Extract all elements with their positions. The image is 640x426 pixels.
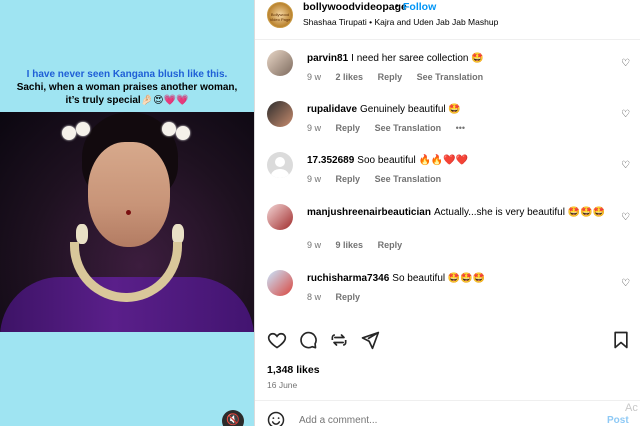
comment-body: 17.352689 Soo beautiful 🔥🔥❤️❤️	[307, 154, 609, 168]
heart-icon[interactable]: ♡	[621, 212, 631, 223]
caption-line-1: I have never seen Kangana blush like thi…	[26, 69, 228, 80]
default-avatar-icon	[271, 157, 289, 178]
comment-likes[interactable]: 2 likes	[336, 72, 364, 82]
heart-icon[interactable]: ♡	[621, 160, 631, 171]
reply-button[interactable]: Reply	[378, 240, 403, 250]
post-header: Bollywood Video Page bollywoodvideopage …	[255, 0, 640, 40]
heart-icon[interactable]	[267, 330, 287, 350]
comment-time: 9 w	[307, 174, 322, 184]
bookmark-icon[interactable]	[611, 330, 631, 350]
comment-text: I need her saree collection 🤩	[351, 53, 484, 64]
heart-icon[interactable]: ♡	[621, 58, 631, 69]
caption-line-2: Sachi, when a woman praises another woma…	[16, 82, 238, 106]
reply-button[interactable]: Reply	[336, 292, 361, 302]
reply-button[interactable]: Reply	[336, 123, 361, 133]
face-shape	[88, 142, 170, 247]
reply-button[interactable]: Reply	[378, 72, 403, 82]
earring-right	[172, 224, 184, 244]
heart-icon[interactable]: ♡	[621, 278, 631, 289]
repost-icon[interactable]	[329, 330, 349, 350]
earring-left	[76, 224, 88, 244]
comment-username[interactable]: 17.352689	[307, 155, 354, 166]
avatar[interactable]	[267, 270, 293, 296]
comment-text: Genuinely beautiful 🤩	[360, 104, 461, 115]
comment-time: 9 w	[307, 72, 322, 82]
post-actions	[255, 330, 640, 356]
comment-meta: 9 w 9 likes Reply	[307, 240, 414, 250]
bindi	[126, 210, 131, 215]
comment-meta: 8 w Reply	[307, 292, 372, 302]
see-translation-button[interactable]: See Translation	[375, 123, 442, 133]
video-frame[interactable]	[0, 112, 254, 332]
header-separator: •	[395, 1, 399, 12]
comment-body: manjushreenairbeautician Actually...she i…	[307, 206, 609, 220]
avatar[interactable]: Bollywood Video Page	[267, 2, 293, 28]
post-button[interactable]: Post	[607, 415, 629, 426]
comment-body: parvin81 I need her saree collection 🤩	[307, 52, 609, 66]
comment-time: 9 w	[307, 240, 322, 250]
comment-body: rupalidave Genuinely beautiful 🤩	[307, 103, 609, 117]
see-translation-button[interactable]: See Translation	[417, 72, 484, 82]
video-caption: I have never seen Kangana blush like thi…	[10, 68, 244, 107]
activation-watermark: Ac	[625, 402, 638, 414]
post-media[interactable]: I have never seen Kangana blush like thi…	[0, 0, 254, 426]
comment-meta: 9 w Reply See Translation •••	[307, 123, 477, 133]
smiley-icon[interactable]	[267, 411, 285, 426]
follow-button[interactable]: Follow	[403, 1, 436, 13]
like-count[interactable]: 1,348 likes	[267, 364, 320, 376]
comment-username[interactable]: parvin81	[307, 53, 348, 64]
comment-time: 9 w	[307, 123, 322, 133]
comment-input[interactable]	[299, 415, 559, 426]
post-date: 16 June	[267, 380, 298, 390]
comment-bubble-icon[interactable]	[298, 330, 318, 350]
comment-text: Actually...she is very beautiful 🤩🤩🤩	[433, 207, 606, 218]
avatar[interactable]	[267, 50, 293, 76]
comment-username[interactable]: rupalidave	[307, 104, 357, 115]
avatar[interactable]	[267, 152, 293, 178]
comment-username[interactable]: manjushreenairbeautician	[307, 207, 431, 218]
comment-username[interactable]: ruchisharma7346	[307, 273, 389, 284]
comment-likes[interactable]: 9 likes	[336, 240, 364, 250]
send-paper-plane-icon[interactable]	[360, 330, 380, 350]
comment-body: ruchisharma7346 So beautiful 🤩🤩🤩	[307, 272, 609, 286]
comment-text: So beautiful 🤩🤩🤩	[392, 273, 486, 284]
speaker-muted-icon[interactable]: 🔇	[222, 410, 244, 426]
avatar[interactable]	[267, 101, 293, 127]
comment-time: 8 w	[307, 292, 322, 302]
see-translation-button[interactable]: See Translation	[375, 174, 442, 184]
hair-flowers	[62, 120, 192, 140]
comment-meta: 9 w 2 likes Reply See Translation	[307, 72, 495, 82]
avatar-logo-text: Bollywood Video Page	[269, 12, 291, 22]
comment-text: Soo beautiful 🔥🔥❤️❤️	[357, 155, 469, 166]
audio-track-link[interactable]: Shashaa Tirupati • Kajra and Uden Jab Ja…	[303, 17, 498, 27]
reply-button[interactable]: Reply	[336, 174, 361, 184]
avatar[interactable]	[267, 204, 293, 230]
comment-meta: 9 w Reply See Translation	[307, 174, 453, 184]
post-side-panel: Bollywood Video Page bollywoodvideopage …	[254, 0, 640, 426]
heart-icon[interactable]: ♡	[621, 109, 631, 120]
header-username[interactable]: bollywoodvideopage	[303, 1, 407, 13]
more-options-icon[interactable]: •••	[456, 123, 465, 133]
add-comment-bar: Post	[255, 400, 640, 426]
